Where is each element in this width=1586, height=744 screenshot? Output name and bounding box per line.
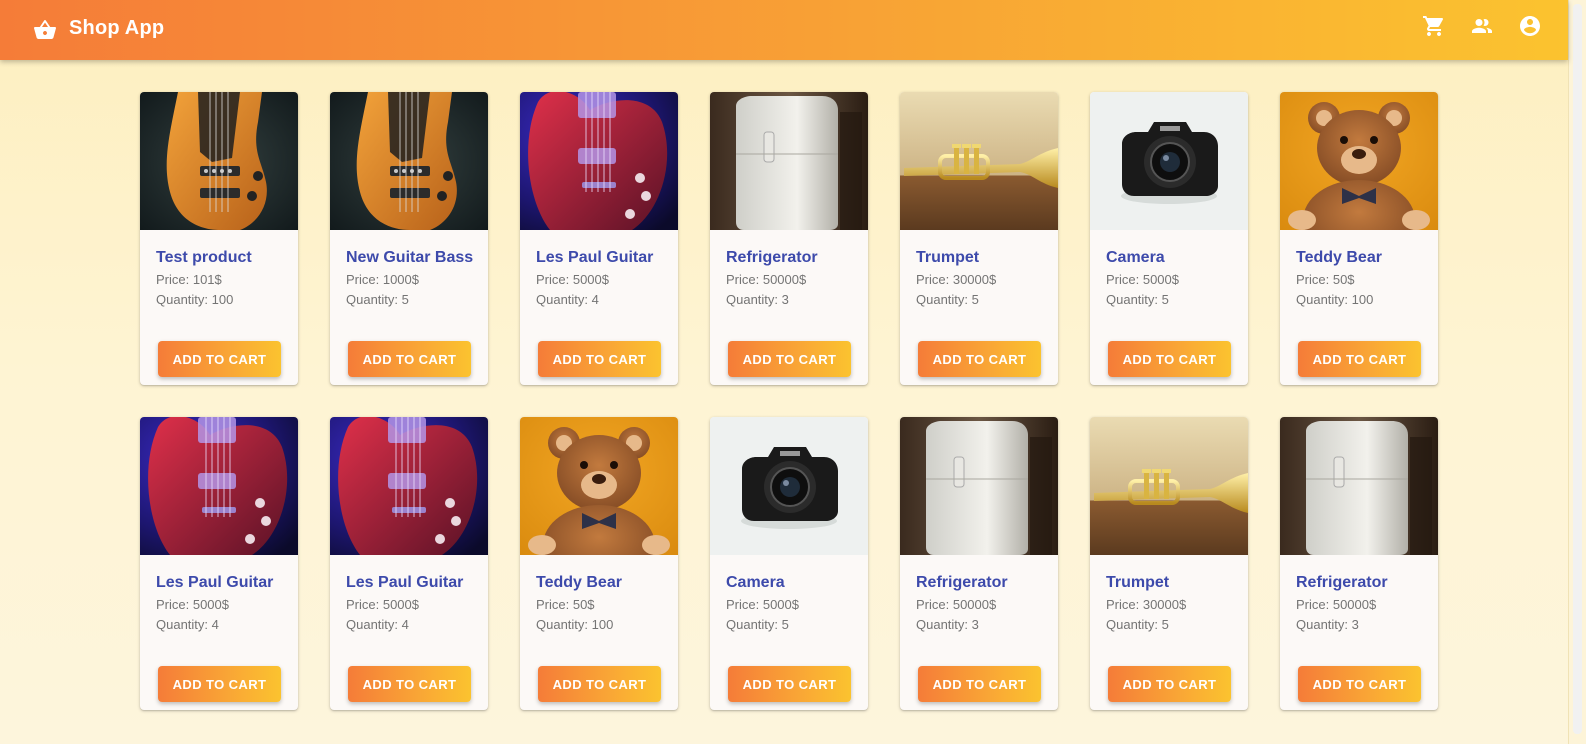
product-image[interactable]: [1280, 417, 1438, 555]
product-title[interactable]: Teddy Bear: [536, 574, 622, 592]
product-title[interactable]: Refrigerator: [916, 574, 1008, 592]
product-quantity: Quantity: 5: [346, 292, 409, 307]
vertical-scrollbar[interactable]: [1568, 0, 1586, 744]
product-image[interactable]: [520, 417, 678, 555]
product-image[interactable]: [1090, 417, 1248, 555]
add-to-cart-button[interactable]: ADD TO CART: [728, 666, 851, 702]
product-quantity: Quantity: 100: [156, 292, 234, 307]
product-card: Teddy Bear Price: 50$ Quantity: 100 ADD …: [520, 417, 678, 710]
add-to-cart-button[interactable]: ADD TO CART: [1298, 341, 1421, 377]
product-card: Refrigerator Price: 50000$ Quantity: 3 A…: [1280, 417, 1438, 710]
product-quantity: Quantity: 4: [346, 617, 409, 632]
product-quantity: Quantity: 100: [1296, 292, 1374, 307]
product-card: Trumpet Price: 30000$ Quantity: 5 ADD TO…: [1090, 417, 1248, 710]
product-price: Price: 50$: [536, 597, 595, 612]
product-card: New Guitar Bass Price: 1000$ Quantity: 5…: [330, 92, 488, 385]
product-price: Price: 101$: [156, 272, 222, 287]
scrollbar-thumb[interactable]: [1573, 4, 1582, 734]
product-card: Les Paul Guitar Price: 5000$ Quantity: 4…: [520, 92, 678, 385]
product-card: Trumpet Price: 30000$ Quantity: 5 ADD TO…: [900, 92, 1058, 385]
product-image[interactable]: [140, 92, 298, 230]
product-price: Price: 5000$: [1106, 272, 1179, 287]
product-image[interactable]: [710, 92, 868, 230]
add-to-cart-button[interactable]: ADD TO CART: [918, 341, 1041, 377]
product-price: Price: 50$: [1296, 272, 1355, 287]
product-quantity: Quantity: 5: [726, 617, 789, 632]
product-card: Test product Price: 101$ Quantity: 100 A…: [140, 92, 298, 385]
product-price: Price: 30000$: [916, 272, 997, 287]
product-title[interactable]: New Guitar Bass: [346, 249, 473, 267]
app-bar: Shop App: [0, 0, 1568, 60]
product-card: Camera Price: 5000$ Quantity: 5 ADD TO C…: [710, 417, 868, 710]
product-image[interactable]: [330, 92, 488, 230]
product-image[interactable]: [1090, 92, 1248, 230]
add-to-cart-button[interactable]: ADD TO CART: [1108, 341, 1231, 377]
add-to-cart-button[interactable]: ADD TO CART: [1108, 666, 1231, 702]
product-price: Price: 50000$: [916, 597, 997, 612]
product-price: Price: 50000$: [726, 272, 807, 287]
product-card: Refrigerator Price: 50000$ Quantity: 3 A…: [900, 417, 1058, 710]
account-circle-icon[interactable]: [1518, 14, 1542, 38]
product-quantity: Quantity: 3: [726, 292, 789, 307]
product-price: Price: 5000$: [726, 597, 799, 612]
product-image[interactable]: [330, 417, 488, 555]
product-title[interactable]: Refrigerator: [726, 249, 818, 267]
product-quantity: Quantity: 5: [916, 292, 979, 307]
product-price: Price: 1000$: [346, 272, 419, 287]
product-title[interactable]: Les Paul Guitar: [536, 249, 653, 267]
app-bar-actions: [1422, 14, 1542, 38]
app-title[interactable]: Shop App: [69, 17, 164, 40]
product-card: Refrigerator Price: 50000$ Quantity: 3 A…: [710, 92, 868, 385]
product-quantity: Quantity: 5: [1106, 617, 1169, 632]
product-quantity: Quantity: 4: [536, 292, 599, 307]
product-title[interactable]: Camera: [1106, 249, 1165, 267]
product-quantity: Quantity: 4: [156, 617, 219, 632]
product-image[interactable]: [900, 92, 1058, 230]
add-to-cart-button[interactable]: ADD TO CART: [348, 341, 471, 377]
product-image[interactable]: [1280, 92, 1438, 230]
shopping-basket-icon: [33, 18, 57, 42]
product-quantity: Quantity: 100: [536, 617, 614, 632]
add-to-cart-button[interactable]: ADD TO CART: [158, 341, 281, 377]
product-price: Price: 50000$: [1296, 597, 1377, 612]
product-title[interactable]: Trumpet: [1106, 574, 1169, 592]
product-title[interactable]: Test product: [156, 249, 252, 267]
product-card: Les Paul Guitar Price: 5000$ Quantity: 4…: [140, 417, 298, 710]
product-card: Camera Price: 5000$ Quantity: 5 ADD TO C…: [1090, 92, 1248, 385]
add-to-cart-button[interactable]: ADD TO CART: [538, 666, 661, 702]
product-image[interactable]: [710, 417, 868, 555]
add-to-cart-button[interactable]: ADD TO CART: [918, 666, 1041, 702]
product-title[interactable]: Refrigerator: [1296, 574, 1388, 592]
product-quantity: Quantity: 5: [1106, 292, 1169, 307]
shopping-cart-icon[interactable]: [1422, 14, 1446, 38]
add-to-cart-button[interactable]: ADD TO CART: [1298, 666, 1421, 702]
add-to-cart-button[interactable]: ADD TO CART: [158, 666, 281, 702]
product-price: Price: 5000$: [536, 272, 609, 287]
product-grid: Test product Price: 101$ Quantity: 100 A…: [140, 92, 1438, 710]
product-image[interactable]: [520, 92, 678, 230]
add-to-cart-button[interactable]: ADD TO CART: [728, 341, 851, 377]
product-title[interactable]: Les Paul Guitar: [346, 574, 463, 592]
product-quantity: Quantity: 3: [1296, 617, 1359, 632]
product-title[interactable]: Les Paul Guitar: [156, 574, 273, 592]
people-icon[interactable]: [1470, 14, 1494, 38]
product-title[interactable]: Camera: [726, 574, 785, 592]
product-price: Price: 30000$: [1106, 597, 1187, 612]
product-quantity: Quantity: 3: [916, 617, 979, 632]
product-title[interactable]: Trumpet: [916, 249, 979, 267]
product-image[interactable]: [140, 417, 298, 555]
add-to-cart-button[interactable]: ADD TO CART: [538, 341, 661, 377]
product-price: Price: 5000$: [156, 597, 229, 612]
product-title[interactable]: Teddy Bear: [1296, 249, 1382, 267]
add-to-cart-button[interactable]: ADD TO CART: [348, 666, 471, 702]
product-price: Price: 5000$: [346, 597, 419, 612]
product-card: Teddy Bear Price: 50$ Quantity: 100 ADD …: [1280, 92, 1438, 385]
product-card: Les Paul Guitar Price: 5000$ Quantity: 4…: [330, 417, 488, 710]
product-image[interactable]: [900, 417, 1058, 555]
